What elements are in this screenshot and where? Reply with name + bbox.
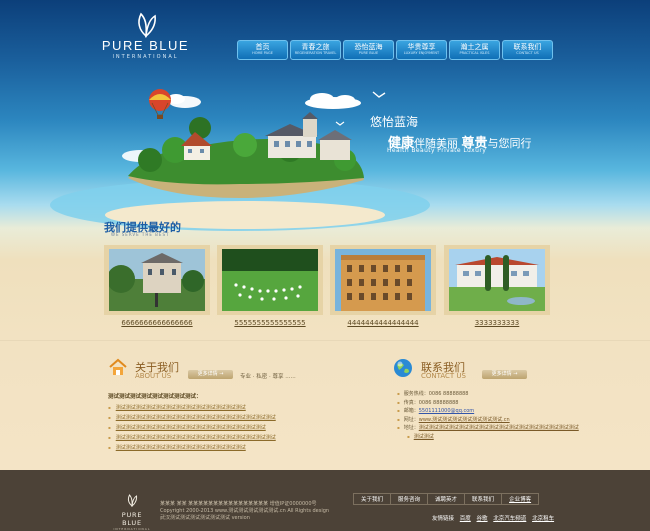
footer-info: 某某某 某某 某某某某某某某某某某某某某某某某 增值IP证0000000号 Co… (160, 501, 360, 522)
gallery-photo-hotel[interactable] (330, 245, 436, 315)
contact-email-link[interactable]: 5501111000@qq.com (419, 408, 474, 414)
nav-contact[interactable]: 联系我们 CONTACT US (502, 40, 553, 60)
gallery-caption[interactable]: 4444444444444444 (330, 319, 436, 327)
footer-link-about[interactable]: 关于我们 (354, 494, 392, 504)
footer-info-line: Copyright 2000-2013 www.测试测试测试测试测试.cn Al… (160, 508, 330, 514)
photo-gallery: 6666666666666666 5555555555555555 444444… (104, 245, 550, 331)
nav-sublabel: REGENERATION TRAVEL (294, 51, 337, 55)
contact-address-row: 地址：测试测试测试测试测试测试测试测试测试测试测试测试测试测试测试测试 (397, 424, 579, 433)
friend-link[interactable]: 百度 (460, 516, 471, 522)
footer-info-line: 某某某 某某 某某某某某某某某某某某某某某某某 增值IP证0000000号 (160, 501, 317, 507)
nav-pure-blue[interactable]: 恐怡蓝海 PURE BLUE (343, 40, 394, 60)
gallery-caption[interactable]: 6666666666666666 (104, 319, 210, 327)
about-list: 测试测试测试测试测试测试测试测试测试测试测试测试测试 测试测试测试测试测试测试测… (108, 403, 276, 453)
nav-label: 联系我们 (513, 43, 542, 51)
contact-more-button[interactable]: 更多详情 → (482, 370, 527, 379)
about-list-item[interactable]: 测试测试测试测试测试测试测试测试测试测试测试测试测试测试测试测试 (108, 413, 276, 423)
contact-address-row-2: 测试测试 (397, 433, 579, 442)
contact-email-label: 邮箱： (403, 408, 419, 415)
about-more-button[interactable]: 更多详情 → (188, 370, 233, 379)
footer-links: 关于我们 服务咨询 诚聘英才 联系我们 企业博客 (353, 493, 540, 505)
house-icon (109, 358, 127, 375)
site-logo[interactable]: PURE BLUE INTERNATIONAL (98, 10, 193, 60)
nav-luxury[interactable]: 华贵尊享 LUXURY ENJOYMENT (396, 40, 447, 60)
contact-list: 服务热线：0086 88888888 传真：0086 88888888 邮箱：5… (397, 390, 579, 442)
nav-label: 华贵尊享 (407, 43, 436, 51)
nav-sublabel: PURE BLUE (358, 51, 379, 55)
friend-link[interactable]: 北京租车 (532, 516, 554, 522)
about-list-item[interactable]: 测试测试测试测试测试测试测试测试测试测试测试测试测试测试测试 (108, 423, 276, 433)
gallery-photo-lawn[interactable] (217, 245, 323, 315)
friend-link[interactable]: 谷歌 (477, 516, 488, 522)
about-list-item[interactable]: 测试测试测试测试测试测试测试测试测试测试测试测试测试 (108, 443, 276, 453)
leaf-icon (127, 494, 138, 508)
serve-section-subtitle: WE SERVE THE BEST (111, 232, 170, 237)
hotel-photo (335, 249, 431, 311)
footer-info-line: 武汉测试测试测试测试测试测试 version (160, 515, 250, 521)
nav-home[interactable]: 首页 HOME PAGE (237, 40, 288, 60)
contact-title-en: CONTACT US (421, 372, 466, 380)
page: PURE BLUE INTERNATIONAL 首页 HOME PAGE 青春之… (0, 0, 650, 531)
footer-brand-tagline: INTERNATIONAL (113, 527, 151, 531)
nav-label: 恐怡蓝海 (354, 43, 383, 51)
nav-sublabel: HOME PAGE (252, 51, 273, 55)
lawn-photo (222, 249, 318, 311)
nav-sublabel: LUXURY ENJOYMENT (403, 51, 440, 55)
nav-youth-travel[interactable]: 青春之旅 REGENERATION TRAVEL (290, 40, 341, 60)
brand-name: PURE BLUE (101, 38, 190, 53)
contact-web-link[interactable]: www.测试测试测试测试测试测试测试.cn (419, 417, 510, 423)
about-tags: 专业 · 私密 · 尊享 ...... (240, 374, 296, 380)
footer-link-contact[interactable]: 联系我们 (465, 494, 503, 504)
contact-phone: 服务热线：0086 88888888 (397, 390, 579, 399)
nav-sublabel: PRACTICAL ISLES (459, 51, 490, 55)
footer-link-service[interactable]: 服务咨询 (391, 494, 429, 504)
nav-sublabel: CONTACT US (516, 51, 539, 55)
about-title-en: ABOUT US (135, 372, 172, 380)
resort-photo (449, 249, 545, 311)
banner-english-tagline: Health Beauty Private Luxury (387, 147, 487, 154)
footer-logo[interactable]: PURE BLUE INTERNATIONAL (112, 492, 152, 531)
contact-address-label: 地址： (403, 425, 419, 432)
banner-headline: 悠怡蓝海 (370, 115, 419, 129)
brand-tagline: INTERNATIONAL (112, 54, 179, 60)
gallery-photo-villa[interactable] (104, 245, 210, 315)
slogan-part: 与您同行 (487, 137, 532, 150)
nav-label: 首页 (255, 43, 270, 51)
contact-email-row: 邮箱：5501111000@qq.com (397, 407, 579, 416)
gallery-caption[interactable]: 3333333333 (444, 319, 550, 327)
nav-label: 青春之旅 (301, 43, 330, 51)
nav-label: 瀚土之属 (460, 43, 489, 51)
contact-web-row: 网址：www.测试测试测试测试测试测试测试.cn (397, 416, 579, 425)
gallery-caption[interactable]: 5555555555555555 (217, 319, 323, 327)
leaf-icon (137, 12, 156, 38)
main-nav: 首页 HOME PAGE 青春之旅 REGENERATION TRAVEL 恐怡… (237, 40, 553, 60)
friend-link[interactable]: 北京汽车频道 (493, 516, 526, 522)
footer: PURE BLUE INTERNATIONAL 某某某 某某 某某某某某某某某某… (0, 470, 650, 531)
contact-address-cont: 测试测试 (413, 433, 434, 440)
villa-photo (109, 249, 205, 311)
globe-icon (394, 359, 412, 377)
about-list-item[interactable]: 测试测试测试测试测试测试测试测试测试测试测试测试测试测试测试测试 (108, 433, 276, 443)
contact-address: 测试测试测试测试测试测试测试测试测试测试测试测试测试测试测试测试 (418, 425, 579, 432)
friend-links-label: 友情链接 (432, 516, 455, 522)
footer-link-blog[interactable]: 企业博客 (502, 494, 538, 504)
section-divider (0, 340, 650, 341)
footer-brand-name: PURE BLUE (121, 511, 143, 527)
island-banner-illustration (50, 89, 430, 231)
about-heading: 测试测试测试测试测试测试测试测试： (108, 394, 202, 400)
contact-fax: 传真：0086 88888888 (397, 399, 579, 408)
gallery-photo-resort[interactable] (444, 245, 550, 315)
nav-isles[interactable]: 瀚土之属 PRACTICAL ISLES (449, 40, 500, 60)
friend-links: 友情链接 百度 谷歌 北京汽车频道 北京租车 (432, 514, 558, 522)
footer-link-jobs[interactable]: 诚聘英才 (428, 494, 466, 504)
contact-web-label: 网址： (403, 416, 419, 423)
about-list-item[interactable]: 测试测试测试测试测试测试测试测试测试测试测试测试测试 (108, 403, 276, 413)
